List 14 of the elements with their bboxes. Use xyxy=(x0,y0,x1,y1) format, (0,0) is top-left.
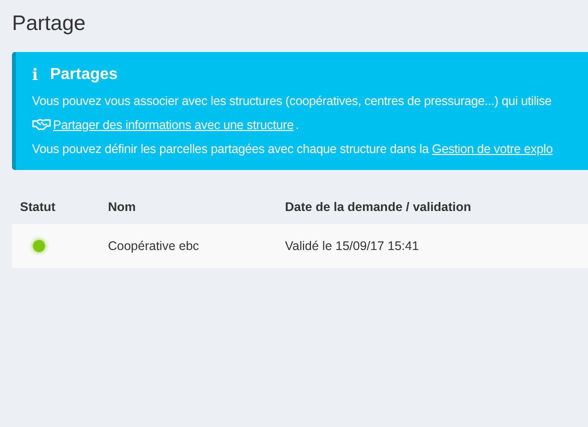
handshake-icon xyxy=(32,119,51,131)
management-link[interactable]: Gestion de votre explo xyxy=(432,142,553,156)
panel-title: Partages xyxy=(50,66,118,84)
column-header: Nom xyxy=(108,200,137,214)
column-header: Statut xyxy=(20,200,56,214)
info-icon: i xyxy=(32,65,38,84)
table-cell: Validé le 15/09/17 15:41 xyxy=(285,239,419,253)
info-text: Vous pouvez vous associer avec les structures (coopératives, centres de pressurage...) qui utilise xyxy=(32,94,553,108)
period-text: . xyxy=(296,118,299,132)
page-title: Partage xyxy=(12,12,87,36)
table-cell-text: Coopérative ebc xyxy=(108,239,200,253)
info-text: Vous pouvez définir les parcelles partagées avec chaque structure dans la Gestion de votre explo xyxy=(32,142,554,156)
column-header: Date de la demande / validation xyxy=(285,200,472,214)
share-link[interactable]: Partager des informations avec une structure xyxy=(53,118,294,132)
